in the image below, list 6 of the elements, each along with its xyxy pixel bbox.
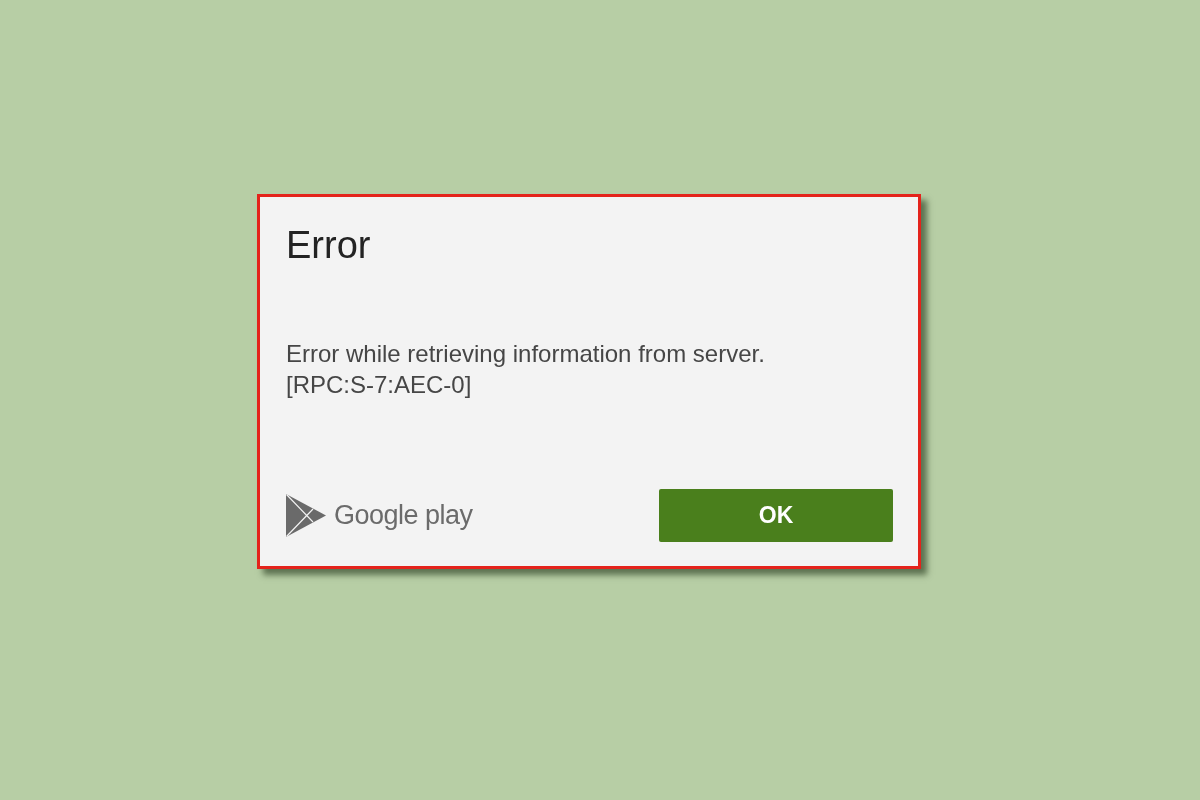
- brand-wordmark: Google play: [334, 500, 473, 531]
- error-message: Error while retrieving information from server.: [286, 339, 766, 369]
- ok-button[interactable]: OK: [659, 489, 893, 542]
- dialog-title: Error: [286, 223, 372, 268]
- error-code: [RPC:S-7:AEC-0]: [286, 370, 473, 400]
- play-triangle-icon: [286, 494, 326, 537]
